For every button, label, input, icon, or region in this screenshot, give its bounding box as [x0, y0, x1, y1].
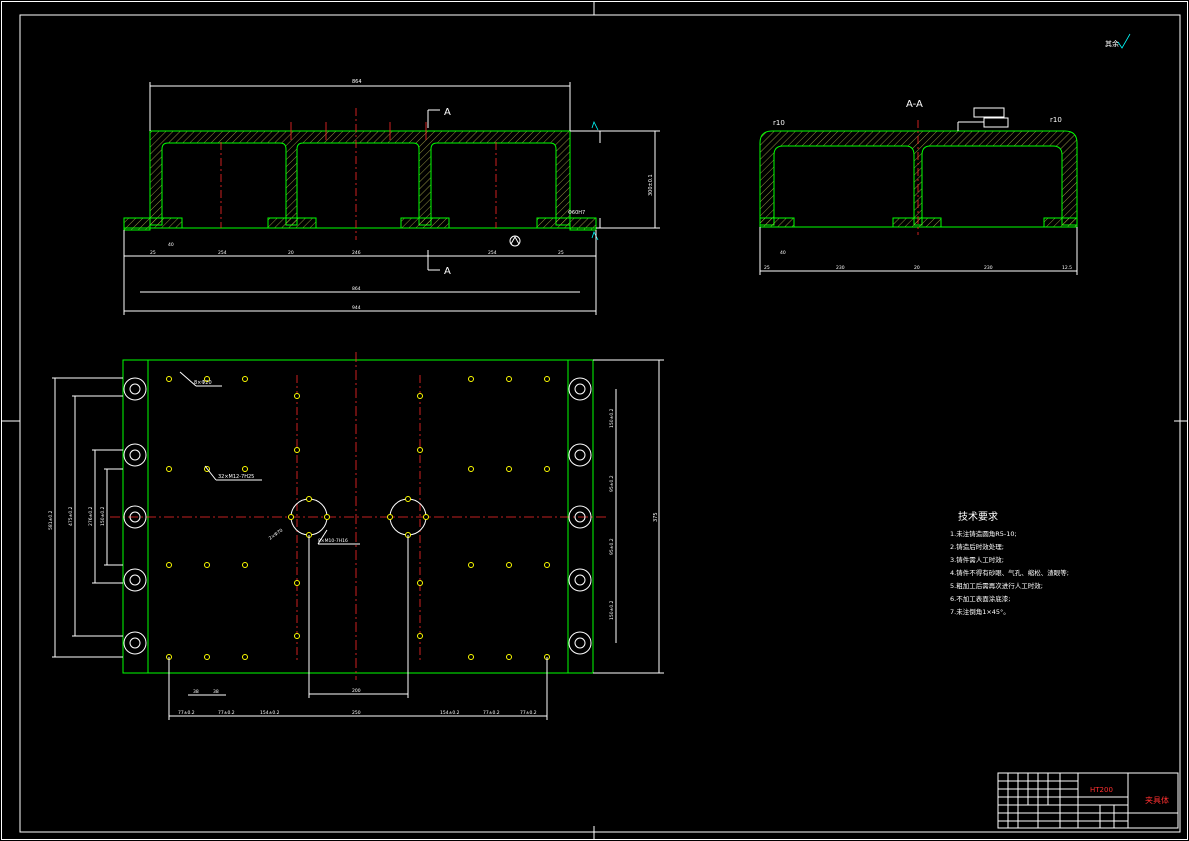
- plan-tapped-holes: [166, 376, 550, 660]
- dim-side-edge-a: 25: [764, 265, 770, 271]
- tech-item: 6.不加工表面涂底漆;: [950, 594, 1010, 603]
- tech-item: 4.铸件不得有砂眼、气孔、缩松、渣眼等;: [950, 568, 1069, 577]
- dim-side-small-b: 20: [914, 265, 920, 271]
- dim-plan-right-4: 150±0.2: [609, 600, 615, 620]
- dim-plan-right-3: 95±0.2: [609, 538, 615, 555]
- dim-plan-left-4: 150±0.2: [100, 506, 106, 526]
- title-material: HT200: [1090, 786, 1113, 794]
- dim-plan-right-2: 95±0.2: [609, 475, 615, 492]
- section-view-label: A-A: [906, 99, 923, 110]
- tech-item: 5.粗加工后需再次进行人工时效;: [950, 581, 1043, 590]
- title-block: HT200 夹具体: [997, 772, 1179, 829]
- callout-1: 8×Φ20: [194, 380, 212, 386]
- tech-item: 1.未注铸造圆角R5-10;: [950, 529, 1017, 538]
- front-view: A A 864 300±0.1 Φ60H7 25 40 254 20 246 2…: [123, 79, 660, 315]
- dim-side-seg2: 230: [984, 265, 993, 271]
- dim-side-small-a: 40: [780, 250, 786, 256]
- tech-title: 技术要求: [958, 510, 998, 523]
- cut-marker-top: A: [444, 107, 451, 118]
- dim-front-edge-b: 25: [558, 250, 564, 256]
- title-part-name: 夹具体: [1145, 795, 1169, 805]
- dim-plan-height: 375: [653, 512, 659, 522]
- dim-side-edge-b: 12.5: [1062, 265, 1072, 271]
- tech-requirements: 技术要求 1.未注铸造圆角R5-10; 2.铸造后时效处理; 3.铸件需人工时效…: [950, 510, 1069, 616]
- dim-plan-inner-1: 38: [193, 689, 199, 695]
- callout-3: 8×M10-7H16: [318, 538, 348, 544]
- roughness-label: 其余: [1105, 39, 1119, 48]
- dim-front-seg3: 254: [488, 250, 497, 256]
- dim-plan-bottom-2: 77±0.2: [218, 710, 235, 716]
- front-note: Φ60H7: [568, 210, 585, 216]
- dim-plan-bottom-5: 154±0.2: [440, 710, 460, 716]
- tech-item: 3.铸件需人工时效;: [950, 555, 1004, 564]
- dim-plan-left-1: 581±0.2: [48, 510, 54, 530]
- dim-plan-left-2: 475±0.2: [68, 506, 74, 526]
- callout-4: 2×Φ70: [268, 528, 285, 542]
- dim-plan-right-1: 150±0.2: [609, 408, 615, 428]
- dim-front-small-b: 20: [288, 250, 294, 256]
- tech-item: 2.铸造后时效处理;: [950, 542, 1004, 551]
- dim-plan-bottom-6: 77±0.2: [483, 710, 500, 716]
- dim-front-seg2: 246: [352, 250, 361, 256]
- dim-plan-bottom-7: 77±0.2: [520, 710, 537, 716]
- plan-view: 581±0.2 475±0.2 276±0.2 150±0.2 375 150±…: [48, 352, 664, 720]
- fillet-left: r10: [773, 119, 785, 127]
- dim-front-seg1: 254: [218, 250, 227, 256]
- dim-plan-bottom-1: 77±0.2: [178, 710, 195, 716]
- dim-plan-bottom-3: 154±0.2: [260, 710, 280, 716]
- tech-item: 7.未注倒角1×45°。: [950, 607, 1010, 616]
- dim-plan-bottom-4: 250: [352, 710, 361, 716]
- dim-side-seg1: 230: [836, 265, 845, 271]
- cut-marker-bottom: A: [444, 266, 451, 277]
- callout-2: 32×M12-7H25: [218, 474, 254, 480]
- dim-plan-left-3: 276±0.2: [88, 506, 94, 526]
- dim-front-edge-a: 25: [150, 250, 156, 256]
- drawing-sheet: 其余 A A 864 300±0.1 Φ60H7 25 40 254 20 24…: [1, 1, 1188, 840]
- dim-plan-inner-3: 200: [352, 688, 361, 694]
- dim-front-overall-bottom2: 944: [352, 305, 361, 311]
- roughness-symbol: 其余: [1105, 33, 1131, 49]
- dim-front-height: 300±0.1: [648, 174, 654, 196]
- dim-front-overall-bottom1: 864: [352, 286, 361, 292]
- dim-plan-inner-2: 38: [213, 689, 219, 695]
- fillet-right: r10: [1050, 116, 1062, 124]
- section-view: A-A r10 r10 25 40 230 20 230 12.5: [759, 99, 1078, 275]
- dim-front-small-a: 40: [168, 242, 174, 248]
- dim-front-overall-top: 864: [352, 79, 362, 85]
- plan-counterbore-holes: [123, 377, 592, 655]
